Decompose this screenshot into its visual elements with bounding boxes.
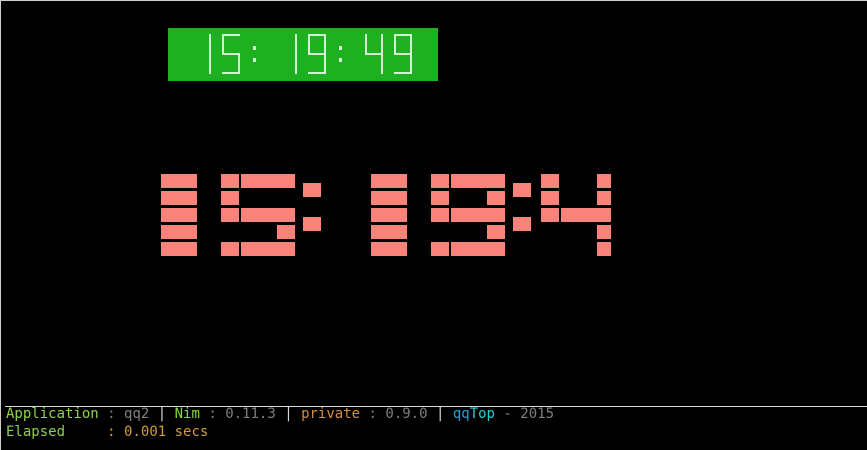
seven-segment-clock: [209, 34, 412, 74]
digit-glyph: [308, 34, 326, 74]
nim-label: Nim: [174, 406, 200, 422]
brand-top: Top: [469, 406, 495, 422]
pipe-separator: |: [427, 406, 453, 422]
private-label: private: [301, 406, 361, 422]
year-separator: -: [495, 406, 521, 422]
digit-glyph: [209, 34, 211, 74]
colon-glyph: [339, 46, 342, 62]
status-line-elapsed: Elapsed : 0.001 secs: [6, 423, 208, 441]
elapsed-padding: [65, 424, 107, 440]
colon-glyph: [253, 46, 256, 62]
year: 2015: [520, 406, 555, 422]
application-separator: :: [98, 406, 125, 422]
pipe-separator: |: [275, 406, 302, 422]
digit-block: [161, 174, 197, 256]
private-separator: :: [360, 406, 386, 422]
application-label: Application: [6, 406, 99, 422]
digit-glyph: [222, 34, 240, 74]
brand-qq: qq: [452, 406, 470, 422]
digit-glyph: [394, 34, 412, 74]
nim-separator: :: [199, 406, 226, 422]
status-line-application: Application : qq2 | Nim : 0.11.3 | priva…: [6, 405, 554, 423]
terminal-window: Application : qq2 | Nim : 0.11.3 | priva…: [0, 0, 867, 450]
digit-block: [371, 174, 407, 256]
digit-glyph: [365, 34, 383, 74]
digit-block: [431, 174, 505, 256]
big-block-clock: [131, 166, 611, 266]
pipe-separator: |: [149, 406, 175, 422]
elapsed-separator: :: [107, 424, 125, 440]
colon-block: [513, 183, 531, 231]
elapsed-value: 0.001 secs: [124, 424, 209, 440]
private-version: 0.9.0: [385, 406, 428, 422]
digit-block: [541, 174, 611, 256]
elapsed-label: Elapsed: [6, 424, 66, 440]
colon-block: [303, 183, 321, 231]
nim-version: 0.11.3: [225, 406, 276, 422]
application-name: qq2: [124, 406, 150, 422]
block-digit-clock: [161, 174, 611, 256]
digit-glyph: [295, 34, 297, 74]
digit-block: [221, 174, 295, 256]
top-clock-panel: [168, 28, 438, 81]
